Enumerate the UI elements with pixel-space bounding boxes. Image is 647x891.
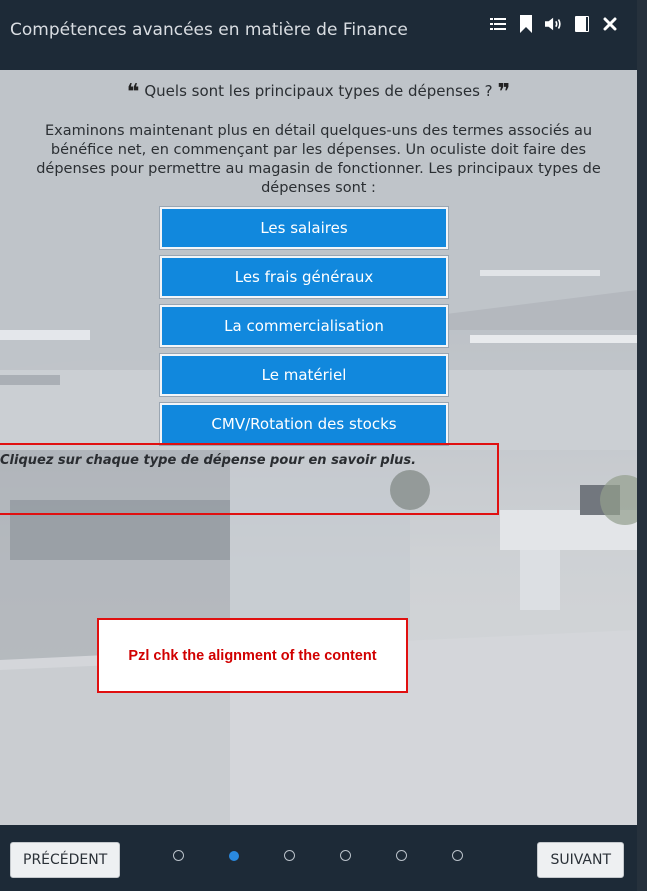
app-header: Compétences avancées en matière de Finan…: [0, 0, 637, 70]
page-dot-3[interactable]: [284, 850, 295, 861]
page-dot-6[interactable]: [452, 850, 463, 861]
page-dot-4[interactable]: [340, 850, 351, 861]
page-indicator: [168, 850, 468, 864]
next-button[interactable]: SUIVANT: [537, 842, 624, 878]
expense-button-salaries[interactable]: Les salaires: [160, 207, 448, 249]
expense-type-buttons: Les salaires Les frais généraux La comme…: [160, 207, 448, 452]
page-dot-5[interactable]: [396, 850, 407, 861]
navigation-footer: PRÉCÉDENT SUIVANT: [0, 825, 637, 891]
close-quote-icon: ❞: [497, 80, 511, 105]
page-dot-1[interactable]: [173, 850, 184, 861]
list-icon[interactable]: [489, 14, 507, 34]
close-icon[interactable]: [601, 14, 619, 34]
bookmark-icon[interactable]: [517, 14, 535, 34]
intro-paragraph: Examinons maintenant plus en détail quel…: [36, 123, 601, 196]
question-text: Quels sont les principaux types de dépen…: [144, 82, 493, 100]
book-icon[interactable]: [573, 14, 591, 34]
expense-button-equipment[interactable]: Le matériel: [160, 354, 448, 396]
question-heading: ❝ Quels sont les principaux types de dép…: [0, 80, 637, 105]
previous-button[interactable]: PRÉCÉDENT: [10, 842, 121, 878]
page-dot-2-active[interactable]: [229, 851, 239, 861]
expense-button-marketing[interactable]: La commercialisation: [160, 305, 448, 347]
header-toolbar: [489, 14, 619, 34]
expense-button-cogs[interactable]: CMV/Rotation des stocks: [160, 403, 448, 445]
instruction-hint: Cliquez sur chaque type de dépense pour …: [0, 453, 417, 468]
review-comment-box: Pzl chk the alignment of the content: [97, 618, 408, 693]
expense-button-overhead[interactable]: Les frais généraux: [160, 256, 448, 298]
course-title: Compétences avancées en matière de Finan…: [10, 20, 408, 40]
scrollbar[interactable]: [637, 0, 647, 891]
review-comment-text: Pzl chk the alignment of the content: [128, 647, 377, 664]
audio-icon[interactable]: [545, 14, 563, 34]
open-quote-icon: ❝: [126, 80, 140, 105]
content-stage: ❝ Quels sont les principaux types de dép…: [0, 70, 637, 825]
